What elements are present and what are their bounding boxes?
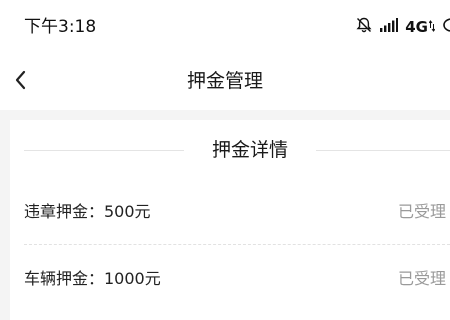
section-divider-right xyxy=(316,150,450,151)
status-time: 下午3:18 xyxy=(24,17,97,37)
section-header: 押金详情 xyxy=(10,134,450,166)
nav-bar: 押金管理 xyxy=(0,52,450,110)
network-label: 4G xyxy=(405,18,428,36)
page-title: 押金管理 xyxy=(186,70,263,92)
bell-off-icon xyxy=(355,16,373,38)
status-icons: 4G xyxy=(355,16,450,38)
network-4g-icon: 4G xyxy=(405,18,436,36)
status-badge: 已受理 xyxy=(397,202,446,221)
status-badge: 已受理 xyxy=(397,269,446,288)
status-bar: 下午3:18 4G xyxy=(0,0,450,52)
deposit-details-card: 押金详情 违章押金：500元 已受理 车辆押金：1000元 已受理 xyxy=(10,120,450,320)
deposit-label: 车辆押金：1000元 xyxy=(24,269,161,288)
list-item: 违章押金：500元 已受理 xyxy=(24,197,450,227)
data-arrows-icon xyxy=(428,18,436,36)
list-item: 车辆押金：1000元 已受理 xyxy=(24,264,450,294)
deposit-label: 违章押金：500元 xyxy=(24,202,151,221)
signal-icon xyxy=(380,18,399,36)
row-divider xyxy=(24,244,450,245)
wifi-calling-icon xyxy=(442,16,450,38)
